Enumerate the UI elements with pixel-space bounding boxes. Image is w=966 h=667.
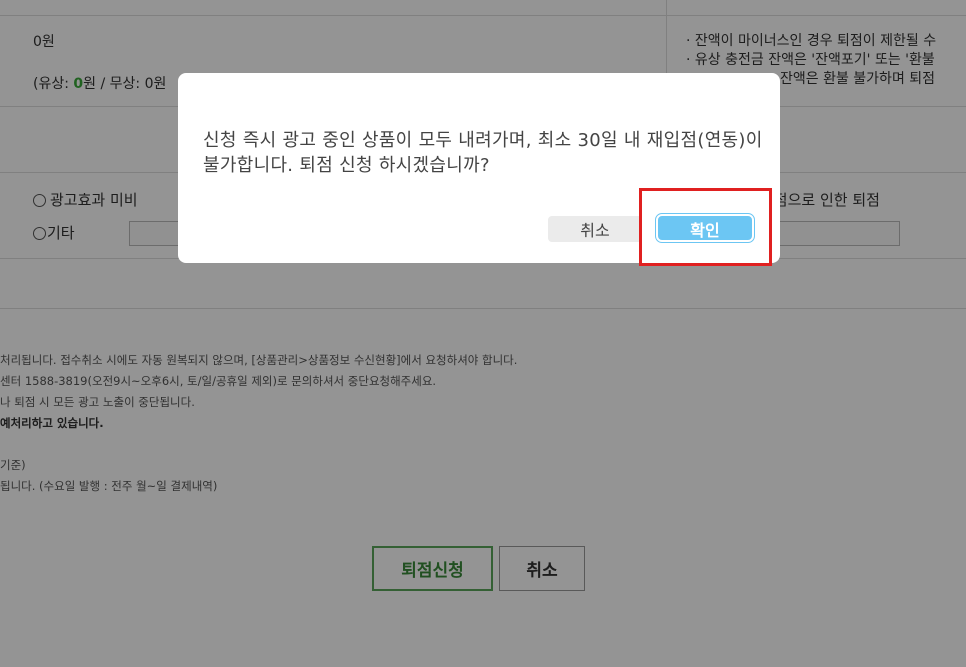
dialog-cancel-button[interactable]: 취소 <box>548 216 642 242</box>
withdrawal-page: 0원 (유상: 0원 / 무상: 0원 · 잔액이 마이너스인 경우 퇴점이 제… <box>0 0 966 667</box>
highlight-box <box>639 188 772 266</box>
dialog-message: 신청 즉시 광고 중인 상품이 모두 내려가며, 최소 30일 내 재입점(연동… <box>203 130 763 176</box>
